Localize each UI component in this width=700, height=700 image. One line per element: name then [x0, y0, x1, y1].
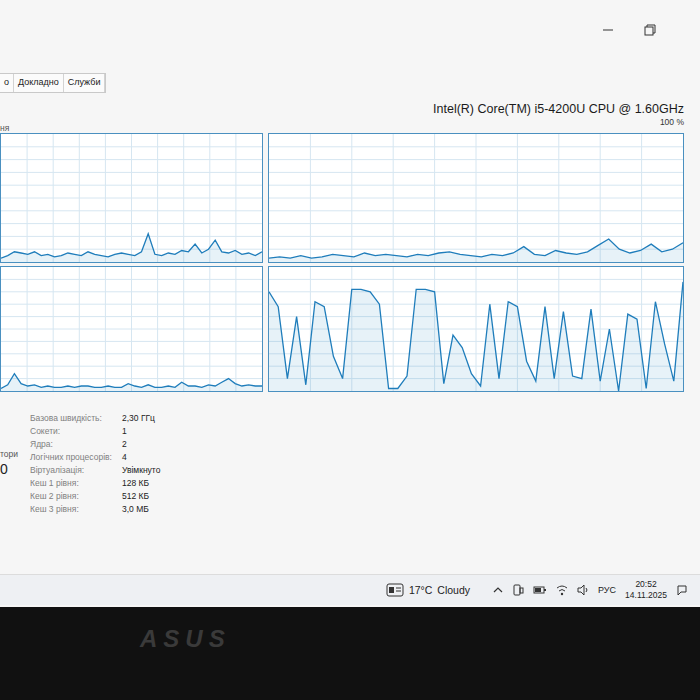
battery-icon[interactable] [533, 585, 547, 595]
grid-line [600, 134, 601, 262]
series-fill [269, 282, 683, 391]
stat-text: 0 [0, 460, 30, 478]
grid-line [269, 223, 683, 224]
graph-canvas [1, 134, 262, 262]
weather-widget[interactable]: 17°C Cloudy [386, 583, 470, 597]
phone-link-icon[interactable] [512, 584, 524, 596]
grid-line [1, 198, 262, 199]
grid-line [1, 223, 262, 224]
time: 20:52 [635, 579, 656, 590]
grid-line [269, 198, 683, 199]
spec-label: Логічних процесорів: [30, 451, 122, 464]
grid-line [600, 267, 601, 391]
series-fill [1, 374, 262, 391]
grid-line [209, 134, 210, 262]
grid-line [1, 341, 262, 342]
grid-line [641, 134, 642, 262]
taskbar: 17°C Cloudy РУС 20:5214.11.2025 [0, 574, 700, 605]
grid-line [1, 366, 262, 367]
spec-value: 512 КБ [122, 490, 160, 503]
cpu-graphs [0, 133, 700, 392]
grid-line [1, 249, 262, 250]
series-fill [1, 234, 262, 262]
weather-icon[interactable] [386, 583, 404, 597]
series-line [269, 239, 683, 258]
restore-icon[interactable] [644, 24, 656, 36]
cpu-graph [268, 266, 684, 392]
series-line [1, 374, 262, 389]
spec-value: 128 КБ [122, 477, 160, 490]
spec-label: Кеш 3 рівня: [30, 503, 122, 516]
temperature: 17°C [409, 584, 432, 596]
grid-line [1, 378, 262, 379]
grid-line [157, 267, 158, 391]
grid-line [235, 134, 236, 262]
title-bar [0, 15, 700, 45]
grid-line [209, 267, 210, 391]
grid-line [269, 329, 683, 330]
spec-label: Віртуалізація: [30, 464, 122, 477]
series-line [269, 282, 683, 391]
spec-value: 2,30 ГГц [122, 412, 160, 425]
grid-line [235, 267, 236, 391]
cpu-graph [268, 133, 684, 263]
series-fill [269, 239, 683, 262]
cpu-header: Intel(R) Core(TM) i5-4200U CPU @ 1.60GHz… [0, 102, 700, 133]
notification-icon[interactable] [676, 584, 688, 596]
tab[interactable]: о [0, 74, 14, 92]
grid-line [558, 134, 559, 262]
grid-line [1, 236, 262, 237]
max-label: 100 % [660, 117, 684, 128]
spec-value: 1 [122, 425, 160, 438]
weather-condition: Cloudy [437, 584, 470, 596]
spec-list: Базова швидкість:2,30 ГГцСокети:1Ядра:2Л… [30, 412, 160, 516]
grid-line [269, 210, 683, 211]
grid-line [1, 329, 262, 330]
series-line [1, 234, 262, 258]
network-icon[interactable] [556, 584, 568, 596]
cpu-name: Intel(R) Core(TM) i5-4200U CPU @ 1.60GHz [433, 102, 684, 117]
spec-value: 2 [122, 438, 160, 451]
spec-label: Базова швидкість: [30, 412, 122, 425]
tab[interactable]: Докладно [14, 74, 64, 92]
grid-line [517, 134, 518, 262]
left-stats: тори0 [0, 412, 30, 516]
grid-line [1, 353, 262, 354]
grid-line [1, 210, 262, 211]
spec-value: 4 [122, 451, 160, 464]
spec-label: Кеш 2 рівня: [30, 490, 122, 503]
clock[interactable]: 20:5214.11.2025 [625, 579, 667, 601]
stat-text: тори [0, 449, 30, 460]
volume-icon[interactable] [577, 584, 589, 596]
grid-line [183, 134, 184, 262]
graph-canvas [1, 267, 262, 391]
spec-value: Увімкнуто [122, 464, 160, 477]
grid-line [269, 236, 683, 237]
laptop-bezel: ASUS [0, 607, 700, 700]
chevron-up-icon[interactable] [493, 585, 503, 595]
date: 14.11.2025 [625, 590, 667, 601]
spec-label: Сокети: [30, 425, 122, 438]
tab[interactable]: Служби [64, 74, 106, 92]
minimize-icon[interactable] [602, 24, 614, 36]
graph-canvas [269, 134, 683, 262]
cpu-graph [0, 133, 263, 263]
spec-label: Кеш 1 рівня: [30, 477, 122, 490]
grid-line [183, 267, 184, 391]
spec-label: Ядра: [30, 438, 122, 451]
graph-label: ня [0, 124, 684, 133]
spec-value: 3,0 МБ [122, 503, 160, 516]
language-indicator[interactable]: РУС [598, 585, 616, 595]
grid-line [157, 134, 158, 262]
cpu-graph [0, 266, 263, 392]
graph-canvas [269, 267, 683, 391]
brand-logo: ASUS [140, 625, 231, 653]
tab-bar: оДокладноСлужби [0, 73, 106, 93]
